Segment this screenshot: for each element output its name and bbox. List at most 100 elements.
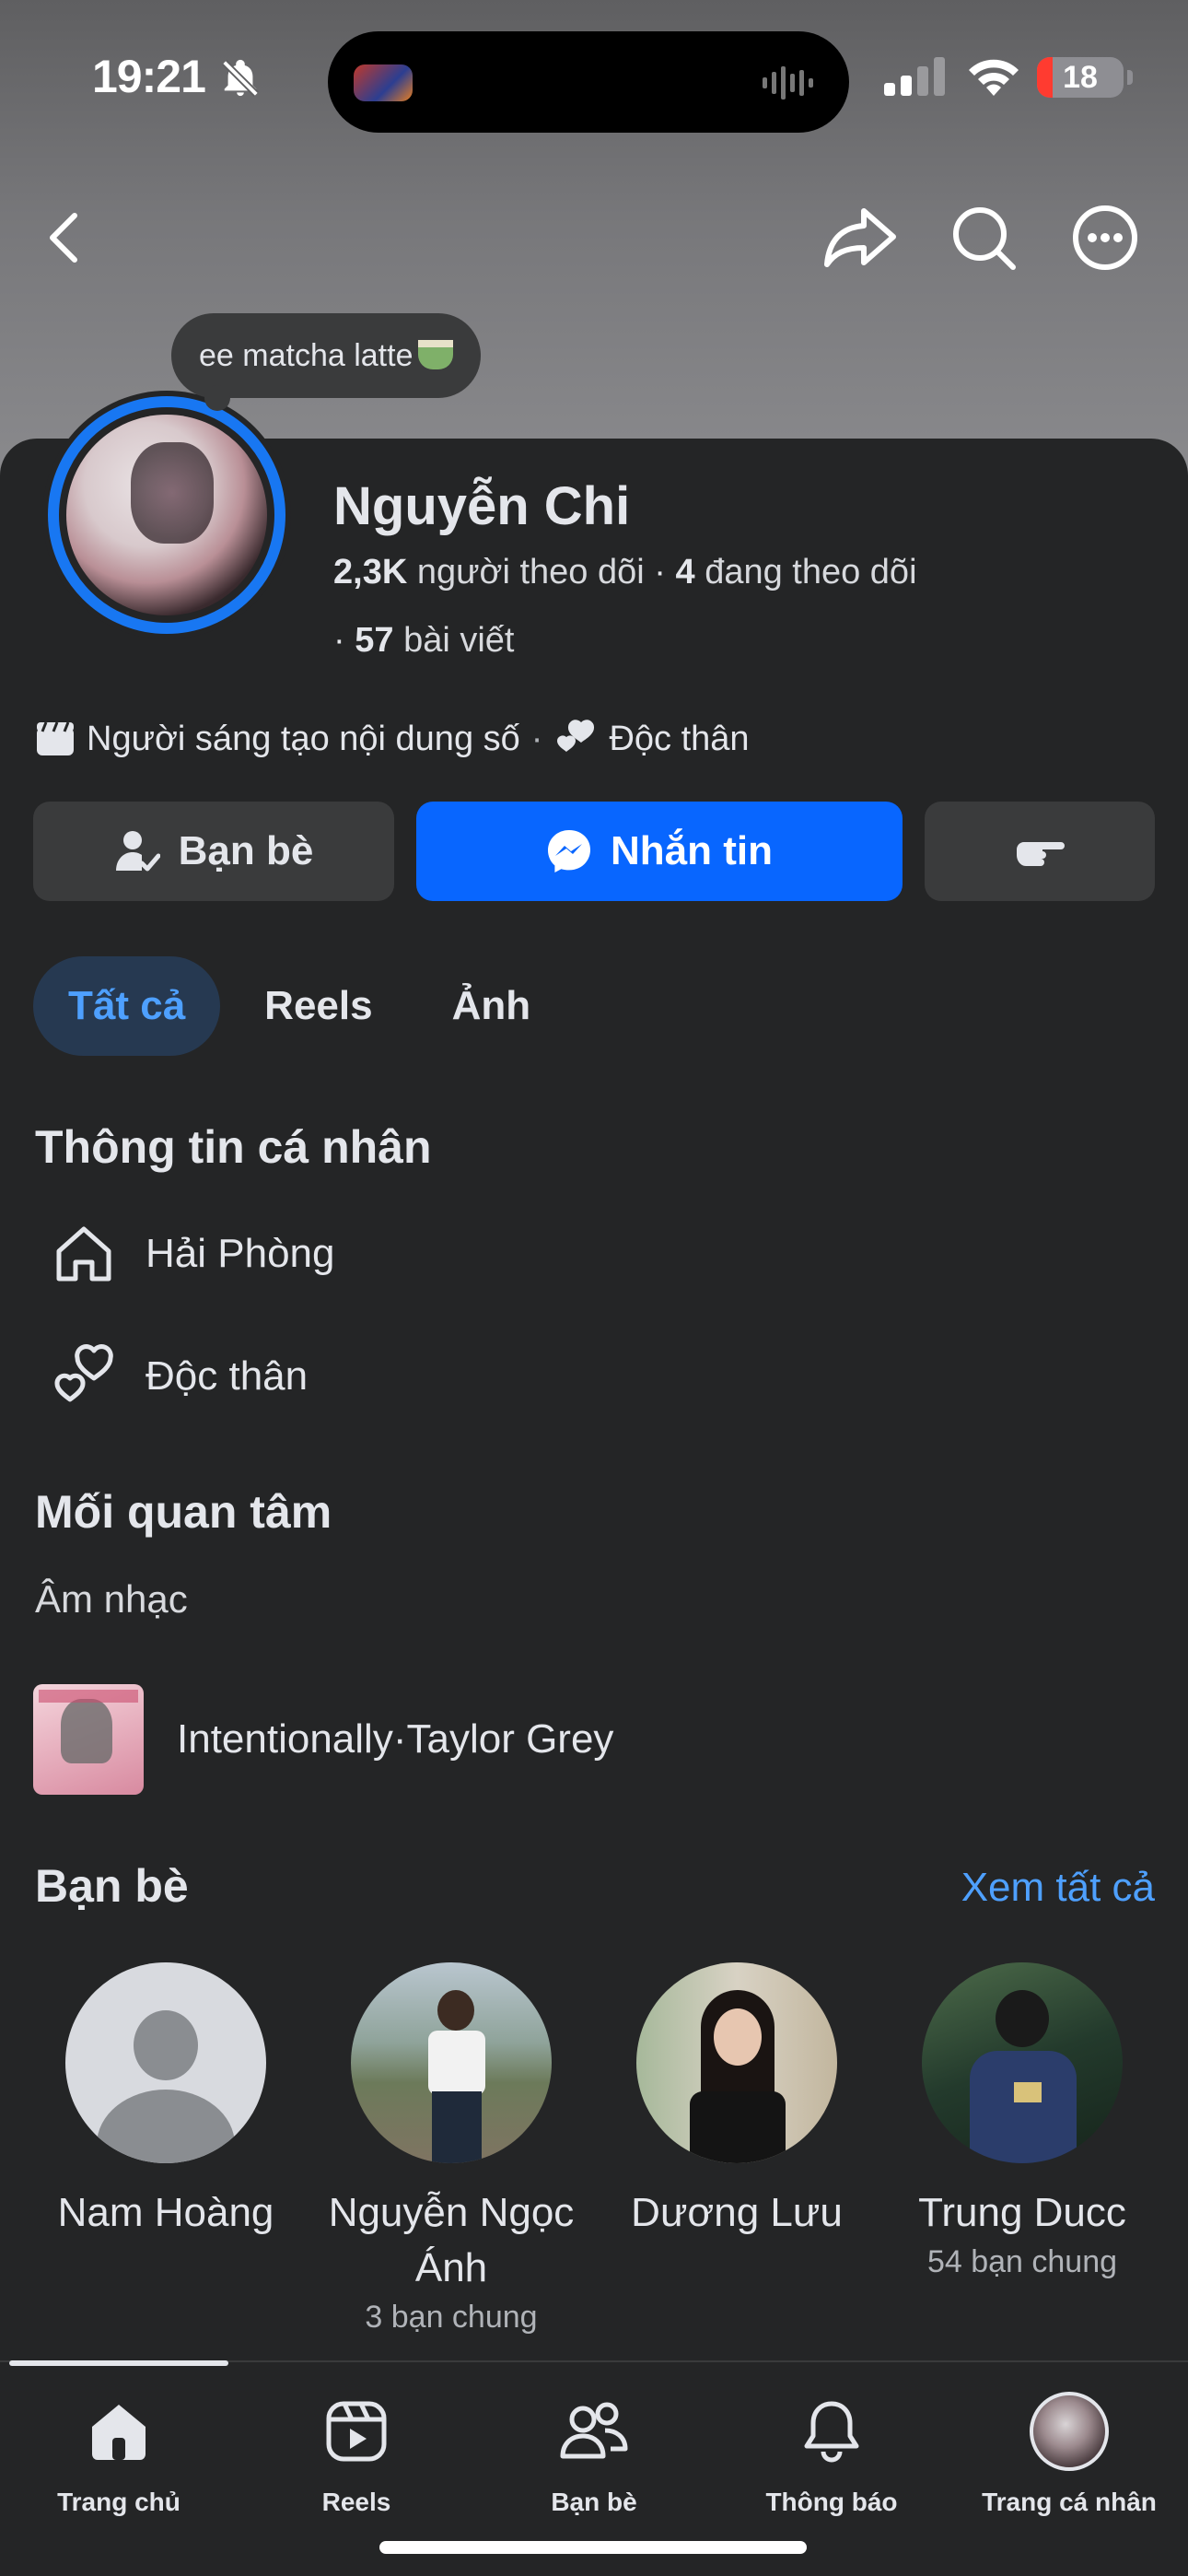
- home-indicator: [379, 2541, 807, 2554]
- see-all-friends-link[interactable]: Xem tất cả: [961, 1865, 1155, 1911]
- friend-avatar: [922, 1962, 1123, 2163]
- now-playing-thumbnail: [354, 64, 413, 101]
- message-button[interactable]: Nhắn tin: [416, 802, 903, 901]
- friends-icon: [560, 2402, 628, 2459]
- friends-button-label: Bạn bè: [178, 828, 314, 873]
- friend-name: Nguyễn Ngọc Ánh: [328, 2190, 575, 2290]
- tab-reels[interactable]: Reels: [229, 956, 407, 1056]
- active-tab-indicator: [9, 2360, 228, 2366]
- note-tail: [204, 385, 230, 411]
- info-row-hometown: Hải Phòng: [35, 1222, 334, 1286]
- clapperboard-icon: [37, 721, 74, 755]
- info-relationship: Độc thân: [146, 1353, 309, 1399]
- friend-card[interactable]: Trung Ducc 54 bạn chung: [884, 1962, 1160, 2280]
- nav-profile-label: Trang cá nhân: [982, 2488, 1157, 2516]
- info-hometown: Hải Phòng: [146, 1231, 335, 1276]
- following-label[interactable]: đang theo dõi: [705, 553, 916, 591]
- album-art: [33, 1684, 144, 1795]
- posts-label: bài viết: [403, 621, 515, 660]
- profile-name: Nguyễn Chi: [333, 476, 631, 536]
- interests-title: Mối quan tâm: [35, 1486, 332, 1538]
- profile-avatar[interactable]: [42, 391, 291, 639]
- message-button-label: Nhắn tin: [611, 828, 773, 873]
- story-ring: [48, 396, 285, 634]
- interest-category: Âm nhạc: [35, 1577, 188, 1621]
- profile-avatar-icon: [1030, 2392, 1109, 2471]
- home-icon: [56, 1226, 111, 1282]
- nav-profile[interactable]: Trang cá nhân: [950, 2390, 1188, 2517]
- tab-all[interactable]: Tất cả: [33, 956, 221, 1056]
- nav-reels-label: Reels: [321, 2488, 391, 2516]
- cellular-signal-icon: [884, 57, 945, 96]
- bio-separator: ·: [530, 719, 543, 758]
- search-button[interactable]: [947, 201, 1020, 275]
- more-icon: [1073, 205, 1137, 270]
- bell-icon: [804, 2401, 859, 2463]
- stats-dot: ·: [654, 553, 676, 591]
- audio-wave-icon: [763, 66, 813, 100]
- friend-avatar: [351, 1962, 552, 2163]
- bio-category: Người sáng tạo nội dung số: [87, 719, 520, 758]
- poke-button[interactable]: [925, 802, 1155, 901]
- avatar-photo: [66, 415, 267, 615]
- bio-relationship: Độc thân: [609, 719, 750, 758]
- nav-notifications[interactable]: Thông báo: [713, 2390, 950, 2517]
- battery-level: 18: [1063, 60, 1098, 95]
- profile-tabs: Tất cả Reels Ảnh: [33, 956, 575, 1056]
- nav-friends[interactable]: Bạn bè: [475, 2390, 713, 2517]
- tab-photos[interactable]: Ảnh: [417, 956, 566, 1056]
- battery-indicator: 18: [1037, 57, 1124, 98]
- wifi-icon: [969, 59, 1019, 96]
- posts-count: 57: [355, 621, 394, 660]
- friend-name: Trung Ducc: [918, 2190, 1126, 2235]
- friend-check-icon: [115, 831, 160, 872]
- nav-home[interactable]: Trang chủ: [0, 2390, 238, 2517]
- nav-reels[interactable]: Reels: [238, 2390, 475, 2517]
- bio-line: Người sáng tạo nội dung số · Độc thân: [35, 719, 750, 759]
- friend-card[interactable]: Nam Hoàng: [28, 1962, 304, 2244]
- home-icon: [92, 2405, 146, 2460]
- friend-card[interactable]: Dương Lưu: [599, 1962, 875, 2244]
- hearts-icon: [54, 1344, 113, 1402]
- music-interest-item[interactable]: Intentionally·Taylor Grey: [33, 1684, 613, 1795]
- followers-count[interactable]: 2,3K: [333, 553, 407, 591]
- note-text: ee matcha latte: [199, 338, 413, 373]
- friends-button[interactable]: Bạn bè: [33, 802, 394, 901]
- friend-card[interactable]: Nguyễn Ngọc Ánh 3 bạn chung: [313, 1962, 589, 2336]
- friend-name: Nam Hoàng: [57, 2190, 274, 2235]
- chevron-left-icon: [50, 213, 77, 263]
- search-icon: [953, 207, 1016, 270]
- friend-mutual: 3 bạn chung: [365, 2300, 538, 2335]
- back-button[interactable]: [28, 201, 101, 275]
- matcha-cup-icon: [418, 340, 454, 369]
- messenger-icon: [548, 830, 590, 872]
- friend-avatar-default: [65, 1962, 266, 2163]
- nav-notifications-label: Thông báo: [765, 2488, 898, 2516]
- info-row-relationship: Độc thân: [35, 1343, 308, 1410]
- share-button[interactable]: [823, 201, 897, 275]
- friend-mutual: 54 bạn chung: [926, 2244, 1118, 2279]
- followers-label[interactable]: người theo dõi: [417, 553, 645, 591]
- follow-stats: 2,3K người theo dõi · 4 đang theo dõi: [333, 553, 917, 592]
- nav-home-label: Trang chủ: [57, 2488, 181, 2516]
- friend-name: Dương Lưu: [631, 2190, 843, 2235]
- music-title: Intentionally·Taylor Grey: [177, 1716, 614, 1762]
- more-button[interactable]: [1068, 201, 1142, 275]
- bell-off-icon: [222, 59, 259, 97]
- posts-stats: · 57 bài viết: [333, 621, 514, 661]
- hearts-icon: [557, 720, 595, 752]
- nav-friends-label: Bạn bè: [551, 2488, 637, 2516]
- status-bar: 19:21 18: [0, 0, 1188, 166]
- reels-icon: [326, 2401, 387, 2462]
- following-count[interactable]: 4: [675, 553, 694, 591]
- friends-section-title: Bạn bè: [35, 1860, 189, 1912]
- poke-icon: [1017, 842, 1065, 866]
- friend-avatar: [636, 1962, 837, 2163]
- dynamic-island: [328, 31, 849, 133]
- share-icon: [824, 208, 896, 267]
- profile-note[interactable]: ee matcha latte: [171, 313, 482, 411]
- status-time: 19:21: [92, 51, 206, 102]
- personal-info-title: Thông tin cá nhân: [35, 1121, 432, 1173]
- stats-dot: ·: [333, 621, 355, 660]
- battery-cap: [1127, 70, 1133, 85]
